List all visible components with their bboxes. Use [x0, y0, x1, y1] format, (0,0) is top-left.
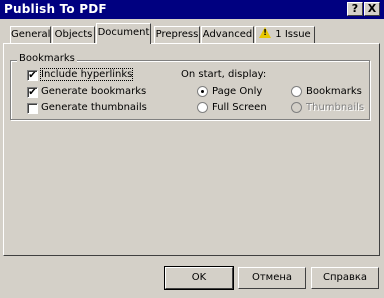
page-only-radio[interactable] [197, 86, 208, 97]
warning-icon: ! [259, 27, 272, 38]
cancel-button[interactable]: Отмена [238, 267, 306, 289]
generate-bookmarks-checkbox[interactable]: ✔ [27, 87, 38, 98]
tab-label: Objects [54, 29, 93, 40]
tab-label: Advanced [202, 29, 253, 40]
tab-general[interactable]: General [10, 26, 51, 43]
thumbnails-radio [291, 102, 302, 113]
tab-document[interactable]: Document [96, 23, 151, 44]
on-start-display-label: On start, display: [181, 69, 267, 80]
thumbnails-radio-label: Thumbnails [306, 102, 365, 113]
ok-button[interactable]: OK [164, 266, 234, 290]
tab-label: Document [97, 27, 150, 38]
bookmarks-radio[interactable] [291, 86, 302, 97]
tab-prepress[interactable]: Prepress [154, 26, 200, 43]
generate-thumbnails-checkbox[interactable] [27, 103, 38, 114]
close-title-button[interactable]: X [364, 2, 380, 16]
generate-bookmarks-label[interactable]: Generate bookmarks [41, 86, 146, 97]
tab-label: Prepress [155, 29, 199, 40]
full-screen-label[interactable]: Full Screen [212, 102, 267, 113]
full-screen-radio[interactable] [197, 102, 208, 113]
tab-issues[interactable]: ! 1 Issue [255, 26, 315, 43]
help-button[interactable]: Справка [311, 267, 379, 289]
title-bar: Publish To PDF ? X [0, 0, 384, 19]
bookmarks-group-label: Bookmarks [17, 53, 77, 64]
include-hyperlinks-checkbox[interactable]: ✔ [27, 70, 38, 81]
include-hyperlinks-label[interactable]: Include hyperlinks [39, 68, 134, 81]
bookmarks-radio-label[interactable]: Bookmarks [306, 86, 362, 97]
warning-glyph: ! [263, 28, 267, 37]
tab-label: General [11, 29, 51, 40]
help-title-button[interactable]: ? [347, 2, 363, 16]
tab-objects[interactable]: Objects [52, 26, 95, 43]
page-only-label[interactable]: Page Only [212, 86, 262, 97]
tab-label: 1 Issue [275, 29, 311, 40]
tab-advanced[interactable]: Advanced [201, 26, 254, 43]
generate-thumbnails-label[interactable]: Generate thumbnails [41, 102, 147, 113]
window-title: Publish To PDF [4, 2, 107, 16]
